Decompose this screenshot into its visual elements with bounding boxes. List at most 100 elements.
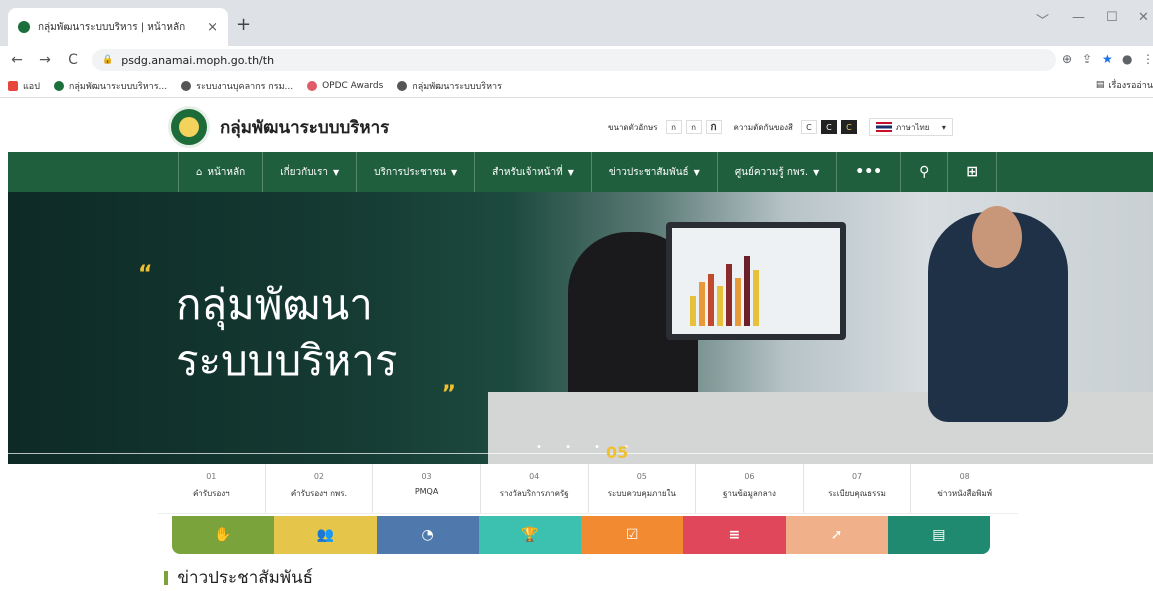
search-icon[interactable]: ⚲ — [901, 152, 949, 192]
forward-button[interactable]: → — [34, 52, 56, 68]
reload-button[interactable]: C — [62, 52, 84, 68]
bookmark-psdg[interactable]: กลุ่มพัฒนาระบบบริหาร... — [53, 79, 168, 93]
chevron-down-icon: ▼ — [693, 167, 700, 177]
step-item[interactable]: 01 คำรับรองฯ — [158, 464, 266, 513]
department-logo[interactable] — [168, 106, 210, 148]
nav-news[interactable]: ข่าวประชาสัมพันธ์ ▼ — [592, 152, 718, 192]
step-item[interactable]: 08 ข่าวหนังสือพิมพ์ — [911, 464, 1018, 513]
nav-label: หน้าหลัก — [207, 166, 246, 178]
users-icon[interactable]: 👥 — [274, 516, 377, 554]
slide-number: 05 — [606, 443, 629, 462]
site-title[interactable]: กลุ่มพัฒนาระบบบริหาร — [220, 114, 389, 141]
nav-label: เกี่ยวกับเรา — [280, 166, 328, 178]
new-tab-button[interactable]: + — [236, 14, 251, 35]
apps-grid-icon — [8, 80, 18, 91]
database-icon[interactable]: ≡ — [683, 516, 786, 554]
close-quote: „ — [442, 370, 457, 395]
nav-label: ข่าวประชาสัมพันธ์ — [608, 166, 689, 178]
minimize-button[interactable]: — — [1072, 10, 1085, 25]
more-menu-icon[interactable]: ••• — [837, 152, 902, 192]
back-button[interactable]: ← — [6, 52, 28, 68]
step-item[interactable]: 02 คำรับรองฯ กพร. — [266, 464, 374, 513]
step-item[interactable]: 05 ระบบควบคุมภายใน — [589, 464, 697, 513]
maximize-button[interactable]: ☐ — [1106, 10, 1118, 25]
logo-emblem-icon — [179, 117, 199, 137]
step-label: ระบบควบคุมภายใน — [607, 489, 676, 498]
reading-list-icon: ▤ — [1095, 80, 1105, 90]
globe-icon — [181, 80, 192, 91]
language-label: ภาษาไทย — [895, 122, 930, 132]
language-select[interactable]: ภาษาไทย ▾ — [868, 118, 953, 136]
contrast-dark-button[interactable]: C — [820, 120, 837, 134]
contrast-yellow-button[interactable]: C — [840, 120, 857, 134]
step-number: 08 — [959, 472, 970, 481]
nav-about[interactable]: เกี่ยวกับเรา ▼ — [263, 152, 358, 192]
bookmark-star-icon[interactable]: ★ — [1102, 52, 1113, 66]
step-item[interactable]: 03 PMQA — [373, 464, 481, 513]
font-size-large-button[interactable]: ก — [705, 120, 722, 134]
share-icon[interactable]: ⇪ — [1082, 52, 1092, 66]
open-quote: “ — [138, 262, 153, 287]
opdc-favicon-icon — [307, 80, 318, 91]
news-icon[interactable]: ▤ — [887, 516, 990, 554]
tab-close-icon[interactable]: × — [207, 20, 218, 35]
close-window-button[interactable]: ✕ — [1138, 10, 1149, 25]
arrow-icon[interactable]: ➚ — [785, 516, 888, 554]
step-label: รางวัลบริการภาครัฐ — [499, 489, 569, 498]
step-item[interactable]: 06 ฐานข้อมูลกลาง — [696, 464, 804, 513]
hero-title-line2: ระบบบริหาร — [176, 336, 398, 385]
step-number: 07 — [851, 472, 863, 481]
bookmark-opdc-awards[interactable]: OPDC Awards — [307, 80, 384, 91]
nav-home[interactable]: ⌂ หน้าหลัก — [178, 152, 264, 192]
font-size-medium-button[interactable]: ก — [685, 120, 702, 134]
sitemap-icon[interactable]: ⊞ — [948, 152, 998, 192]
bookmark-apps[interactable]: แอป — [8, 79, 40, 93]
nav-label: สำหรับเจ้าหน้าที่ — [492, 166, 563, 178]
contrast-normal-button[interactable]: C — [800, 120, 817, 134]
zoom-icon[interactable]: ⊕ — [1062, 52, 1072, 66]
url-bar[interactable]: 🔒 psdg.anamai.moph.go.th/th — [92, 49, 1056, 71]
home-icon: ⌂ — [196, 166, 203, 178]
profile-avatar-icon[interactable]: ● — [1122, 52, 1132, 66]
step-label: ฐานข้อมูลกลาง — [722, 489, 776, 498]
nav-label: บริการประชาชน — [374, 166, 446, 178]
step-number: 02 — [313, 472, 325, 481]
chevron-down-icon: ▼ — [567, 167, 574, 177]
bookmark-label: กลุ่มพัฒนาระบบบริหาร — [412, 81, 502, 92]
browser-tab[interactable]: กลุ่มพัฒนาระบบบริหาร | หน้าหลัก × — [8, 8, 228, 46]
nav-staff[interactable]: สำหรับเจ้าหน้าที่ ▼ — [475, 152, 592, 192]
psdg-favicon-icon — [53, 80, 64, 91]
reading-list[interactable]: ▤ เรื่องรออ่าน — [1096, 78, 1153, 92]
nav-public-services[interactable]: บริการประชาชน ▼ — [357, 152, 476, 192]
step-label: คำรับรองฯ — [192, 489, 230, 498]
step-number: 04 — [529, 472, 540, 481]
handshake-icon[interactable]: ✋ — [172, 516, 275, 554]
menu-kebab-icon[interactable]: ⋮ — [1142, 52, 1153, 66]
lock-icon: 🔒 — [102, 55, 114, 65]
trophy-icon[interactable]: 🏆 — [478, 516, 581, 554]
tab-search-icon[interactable]: ﹀ — [1036, 10, 1049, 29]
hero-monitor-image — [666, 222, 846, 340]
nav-knowledge-center[interactable]: ศูนย์ความรู้ กพร. ▼ — [718, 152, 838, 192]
bookmark-hr-system[interactable]: ระบบงานบุคลากร กรม... — [181, 79, 293, 93]
bookmark-psdg-2[interactable]: กลุ่มพัฒนาระบบบริหาร — [397, 79, 502, 93]
chevron-down-icon: ▼ — [813, 167, 820, 177]
font-size-small-button[interactable]: ก — [665, 120, 682, 134]
calendar-check-icon[interactable]: ☑ — [581, 516, 684, 554]
pie-chart-icon[interactable]: ◔ — [376, 516, 479, 554]
site-favicon-icon — [18, 21, 30, 33]
browser-tab-bar: กลุ่มพัฒนาระบบบริหาร | หน้าหลัก × + ﹀ — … — [0, 0, 1153, 46]
step-item[interactable]: 04 รางวัลบริการภาครัฐ — [481, 464, 589, 513]
step-item[interactable]: 07 ระเบียบคุณธรรม — [804, 464, 912, 513]
step-label: ระเบียบคุณธรรม — [828, 489, 886, 498]
reading-list-label: เรื่องรออ่าน — [1108, 81, 1153, 91]
hero-slider-indicator[interactable]: • • • • 05 — [8, 442, 1153, 464]
bookmark-label: OPDC Awards — [322, 80, 384, 91]
tab-title: กลุ่มพัฒนาระบบบริหาร | หน้าหลัก — [38, 21, 186, 33]
accessibility-tools: ขนาดตัวอักษร ก ก ก ความตัดกันของสี C C C… — [608, 118, 953, 136]
nav-label: ศูนย์ความรู้ กพร. — [734, 166, 809, 178]
url-text: psdg.anamai.moph.go.th/th — [121, 53, 275, 67]
chevron-down-icon: ▼ — [450, 167, 458, 177]
bookmark-label: กลุ่มพัฒนาระบบบริหาร... — [68, 81, 168, 92]
globe-icon — [397, 80, 408, 91]
